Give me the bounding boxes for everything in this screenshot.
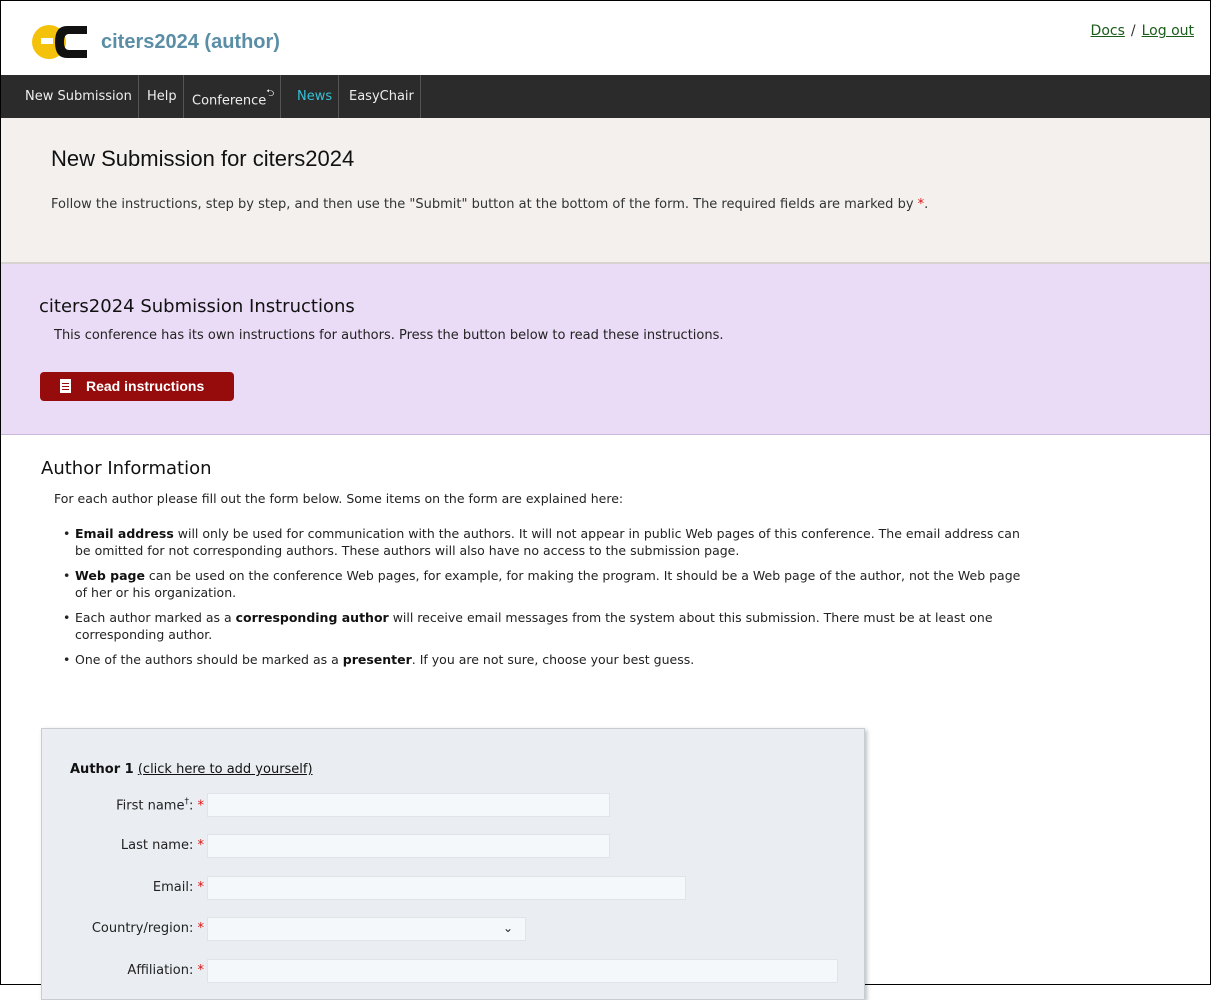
required-mark: * <box>197 798 205 814</box>
document-icon <box>60 379 71 393</box>
country-label: Country/region: * <box>92 921 204 936</box>
last-name-label: Last name: * <box>121 838 204 853</box>
bullet-term: corresponding author <box>235 610 389 625</box>
menu-easychair[interactable]: EasyChair <box>343 75 421 118</box>
label-text: Affiliation: <box>127 963 194 978</box>
return-arrow-icon: ⮌ <box>266 88 275 99</box>
intro-sentence: Follow the instructions, step by step, a… <box>51 197 914 212</box>
docs-link[interactable]: Docs <box>1091 23 1125 39</box>
first-name-field[interactable] <box>207 793 610 817</box>
author-info-title: Author Information <box>41 458 212 479</box>
instructions-text: This conference has its own instructions… <box>54 328 724 343</box>
first-name-row: First name†: * <box>42 793 864 819</box>
author-number: Author 1 <box>70 762 134 777</box>
logout-link[interactable]: Log out <box>1142 23 1194 39</box>
email-label: Email: * <box>153 880 204 895</box>
menu-new-submission[interactable]: New Submission <box>19 75 139 118</box>
bullet-text: . If you are not sure, choose your best … <box>411 652 695 667</box>
instructions-title: citers2024 Submission Instructions <box>39 296 355 317</box>
email-field[interactable] <box>207 876 686 900</box>
author-1-heading: Author 1 (click here to add yourself) <box>70 762 313 777</box>
menu-news[interactable]: News <box>291 75 340 118</box>
chevron-down-icon: ⌄ <box>502 921 513 935</box>
bullet-term: Web page <box>75 568 145 583</box>
affiliation-field[interactable] <box>207 959 838 983</box>
last-name-field[interactable] <box>207 834 610 858</box>
first-name-label: First name†: * <box>116 797 204 813</box>
required-mark: * <box>197 880 205 895</box>
required-mark: * <box>197 838 205 853</box>
top-links: Docs / Log out <box>1091 23 1194 39</box>
bullet-term: presenter <box>342 652 412 667</box>
bullet-text: will only be used for communication with… <box>75 526 1020 558</box>
main-menu: New Submission Help Conference⮌ News Eas… <box>1 75 1210 118</box>
page-title: New Submission for citers2024 <box>51 146 355 171</box>
label-text: First name <box>116 798 185 814</box>
bullet-text: can be used on the conference Web pages,… <box>75 568 1021 600</box>
menu-label: Conference <box>192 93 267 109</box>
add-yourself-link[interactable]: (click here to add yourself) <box>138 762 313 777</box>
email-row: Email: * <box>42 876 864 902</box>
menu-label: New Submission <box>25 89 132 104</box>
country-row: Country/region: * ⌄ <box>42 917 864 943</box>
app-title: citers2024 (author) <box>101 31 280 53</box>
list-item: One of the authors should be marked as a… <box>61 651 1021 668</box>
bullet-term: Email address <box>75 526 174 541</box>
menu-conference[interactable]: Conference⮌ <box>186 75 282 118</box>
link-separator: / <box>1130 23 1136 39</box>
required-mark: * <box>197 963 205 978</box>
affiliation-row: Affiliation: * <box>42 959 864 985</box>
list-item: Each author marked as a corresponding au… <box>61 609 1021 643</box>
author-info-list: Email address will only be used for comm… <box>61 525 1021 676</box>
read-instructions-button[interactable]: Read instructions <box>40 372 234 401</box>
intro-text: Follow the instructions, step by step, a… <box>51 196 981 214</box>
last-name-row: Last name: * <box>42 834 864 860</box>
menu-label: Help <box>147 89 177 104</box>
list-item: Web page can be used on the conference W… <box>61 567 1021 601</box>
affiliation-label: Affiliation: * <box>127 963 204 978</box>
intro-period: . <box>924 197 929 212</box>
list-item: Email address will only be used for comm… <box>61 525 1021 559</box>
country-select[interactable]: ⌄ <box>207 917 526 941</box>
menu-label: News <box>297 89 333 104</box>
submission-instructions-section: citers2024 Submission Instructions This … <box>1 264 1210 435</box>
label-text: Last name: <box>120 838 194 853</box>
menu-label: EasyChair <box>349 89 414 104</box>
author-info-intro: For each author please fill out the form… <box>54 491 624 506</box>
read-instructions-label: Read instructions <box>86 378 205 394</box>
author-1-form: Author 1 (click here to add yourself) Fi… <box>41 728 865 1000</box>
label-text: Country/region: <box>91 921 194 936</box>
submission-header-section: New Submission for citers2024 Follow the… <box>1 118 1210 264</box>
top-header: citers2024 (author) Docs / Log out <box>1 1 1210 75</box>
required-mark: * <box>197 921 205 936</box>
label-text: Email: <box>152 880 194 895</box>
easychair-logo <box>32 25 87 59</box>
menu-help[interactable]: Help <box>141 75 184 118</box>
bullet-text: One of the authors should be marked as a <box>75 652 343 667</box>
label-colon: : <box>188 798 194 814</box>
bullet-text: Each author marked as a <box>75 610 236 625</box>
